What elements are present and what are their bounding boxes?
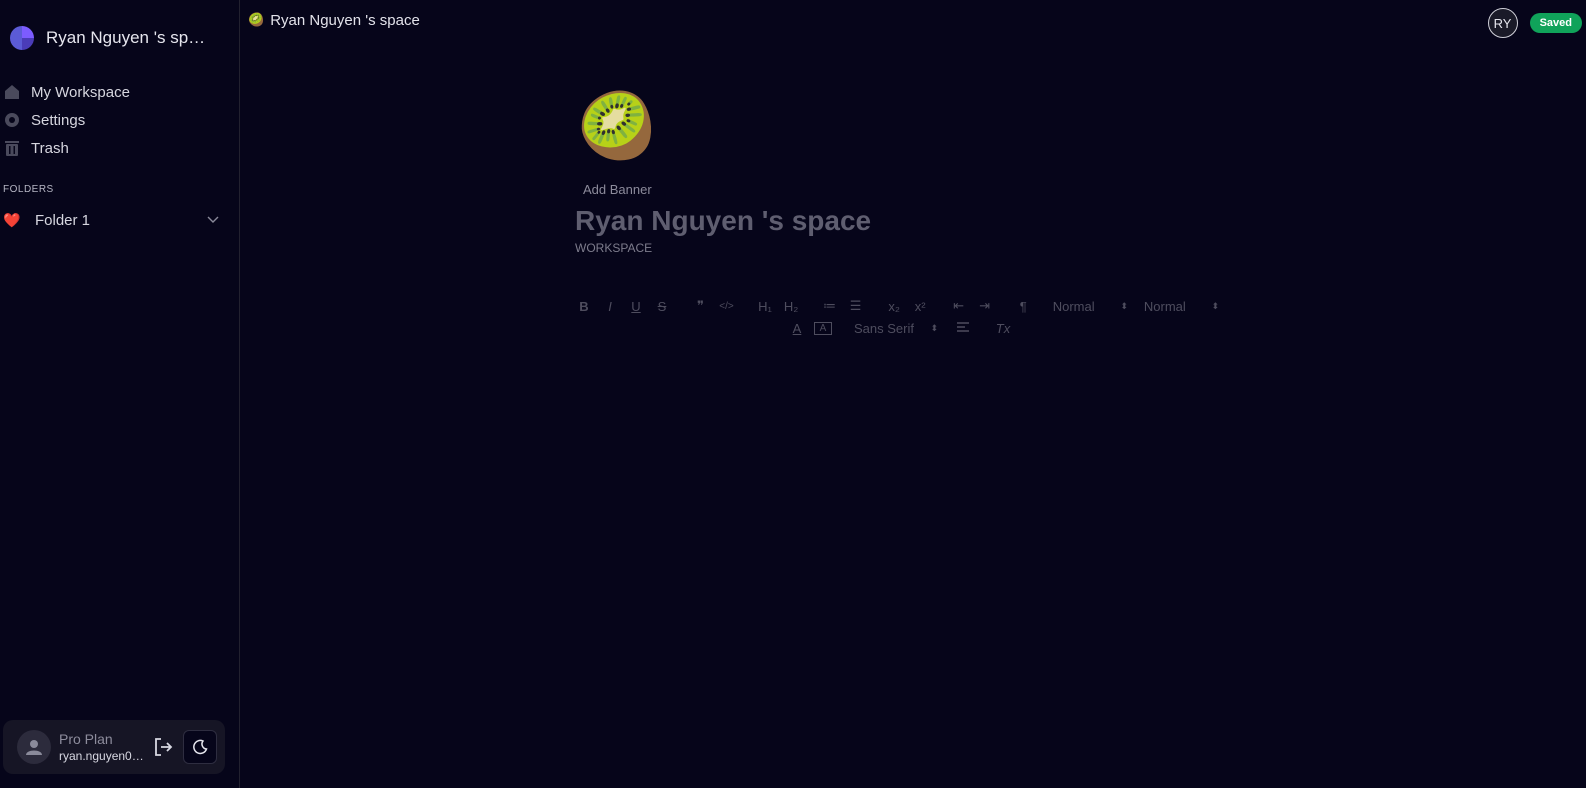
sidebar-item-label: Trash bbox=[31, 139, 69, 157]
folders-section-label: FOLDERS bbox=[3, 184, 54, 195]
gear-icon bbox=[3, 111, 21, 129]
chevron-down-icon[interactable] bbox=[207, 213, 219, 227]
sidebar: Ryan Nguyen 's space My Workspace Settin… bbox=[0, 0, 240, 788]
toolbar-row: B I U S ❞ </> H₁ H₂ ≔ ☰ x₂ x² ⇤ ⇥ ¶ Norm… bbox=[575, 296, 1235, 316]
trash-icon bbox=[3, 139, 21, 157]
align-button[interactable] bbox=[954, 321, 972, 336]
home-icon bbox=[3, 83, 21, 101]
editor-toolbar: B I U S ❞ </> H₁ H₂ ≔ ☰ x₂ x² ⇤ ⇥ ¶ Norm… bbox=[575, 296, 1235, 338]
status-badge: Saved bbox=[1529, 13, 1582, 33]
user-info: Pro Plan ryan.nguyen07... bbox=[59, 731, 149, 763]
blockquote-button[interactable]: ❞ bbox=[692, 298, 710, 314]
clear-format-button[interactable]: Tx bbox=[994, 321, 1012, 336]
workspace-title: Ryan Nguyen 's space bbox=[46, 28, 206, 47]
breadcrumb-label: Ryan Nguyen 's space bbox=[270, 11, 420, 29]
align-left-icon bbox=[957, 321, 969, 332]
select-arrows-icon: ⬍ bbox=[1120, 300, 1128, 311]
page-emoji-icon[interactable]: 🥝 bbox=[577, 84, 1235, 174]
toolbar-row: A A Sans Serif ⬍ Tx bbox=[575, 318, 1235, 338]
kiwi-icon: 🥝 bbox=[248, 12, 265, 27]
main-content: 🥝 Ryan Nguyen 's space RY Saved 🥝 Add Ba… bbox=[240, 0, 1586, 788]
bold-button[interactable]: B bbox=[575, 299, 593, 314]
size-select[interactable]: Normal ⬍ bbox=[1053, 299, 1128, 314]
header-2-button[interactable]: H₂ bbox=[782, 299, 800, 314]
ordered-list-button[interactable]: ≔ bbox=[821, 298, 839, 314]
workspace-switcher[interactable]: Ryan Nguyen 's space bbox=[0, 18, 239, 58]
bullet-list-button[interactable]: ☰ bbox=[847, 298, 865, 314]
outdent-button[interactable]: ⇤ bbox=[950, 298, 968, 314]
page-header: 🥝 Add Banner Ryan Nguyen 's space WORKSP… bbox=[575, 84, 1235, 255]
text-color-button[interactable]: A bbox=[788, 321, 806, 336]
sidebar-nav: My Workspace Settings Trash bbox=[0, 78, 239, 162]
app-window: Ryan Nguyen 's space My Workspace Settin… bbox=[0, 0, 1586, 788]
theme-toggle-button[interactable] bbox=[183, 730, 217, 764]
sidebar-item-my-workspace[interactable]: My Workspace bbox=[0, 78, 239, 106]
subscript-button[interactable]: x₂ bbox=[885, 299, 903, 314]
indent-button[interactable]: ⇥ bbox=[976, 298, 994, 314]
page-subtitle: WORKSPACE bbox=[575, 241, 653, 255]
select-arrows-icon: ⬍ bbox=[930, 322, 938, 333]
collaborator-avatar[interactable]: RY bbox=[1487, 8, 1518, 38]
user-email: ryan.nguyen07... bbox=[59, 749, 147, 763]
logout-icon bbox=[155, 738, 173, 756]
topbar: 🥝 Ryan Nguyen 's space bbox=[240, 0, 1586, 40]
folder-label: Folder 1 bbox=[35, 211, 91, 229]
avatar[interactable] bbox=[17, 730, 51, 764]
heart-icon: ❤️ bbox=[3, 211, 21, 228]
sidebar-item-settings[interactable]: Settings bbox=[0, 106, 239, 134]
size-select-value: Normal bbox=[1052, 298, 1095, 314]
logout-button[interactable] bbox=[149, 733, 177, 761]
sidebar-item-label: My Workspace bbox=[31, 83, 130, 101]
add-banner-button[interactable]: Add Banner bbox=[583, 182, 652, 197]
page-title: Ryan Nguyen 's space bbox=[575, 205, 872, 236]
sidebar-item-trash[interactable]: Trash bbox=[0, 134, 239, 162]
select-arrows-icon: ⬍ bbox=[1211, 300, 1220, 311]
plan-label: Pro Plan bbox=[59, 731, 113, 747]
header-1-button[interactable]: H₁ bbox=[756, 299, 774, 314]
user-card: Pro Plan ryan.nguyen07... bbox=[3, 720, 225, 774]
code-block-button[interactable]: </> bbox=[718, 301, 736, 312]
strike-button[interactable]: S bbox=[653, 299, 671, 314]
background-color-button[interactable]: A bbox=[814, 321, 832, 335]
italic-button[interactable]: I bbox=[601, 299, 619, 314]
moon-icon bbox=[193, 739, 208, 755]
font-select-value: Sans Serif bbox=[854, 320, 914, 336]
text-direction-button[interactable]: ¶ bbox=[1014, 299, 1032, 314]
header-select-value: Normal bbox=[1143, 298, 1186, 314]
header-select[interactable]: Normal ⬍ bbox=[1144, 299, 1219, 314]
sidebar-item-label: Settings bbox=[31, 111, 86, 129]
breadcrumb[interactable]: 🥝 Ryan Nguyen 's space bbox=[248, 12, 420, 29]
header-actions: RY Saved bbox=[1487, 8, 1582, 38]
workspace-logo-icon bbox=[10, 26, 34, 50]
folder-item[interactable]: ❤️ Folder 1 bbox=[0, 205, 239, 235]
underline-button[interactable]: U bbox=[627, 299, 645, 314]
superscript-button[interactable]: x² bbox=[911, 299, 929, 314]
font-select[interactable]: Sans Serif ⬍ bbox=[854, 321, 938, 336]
